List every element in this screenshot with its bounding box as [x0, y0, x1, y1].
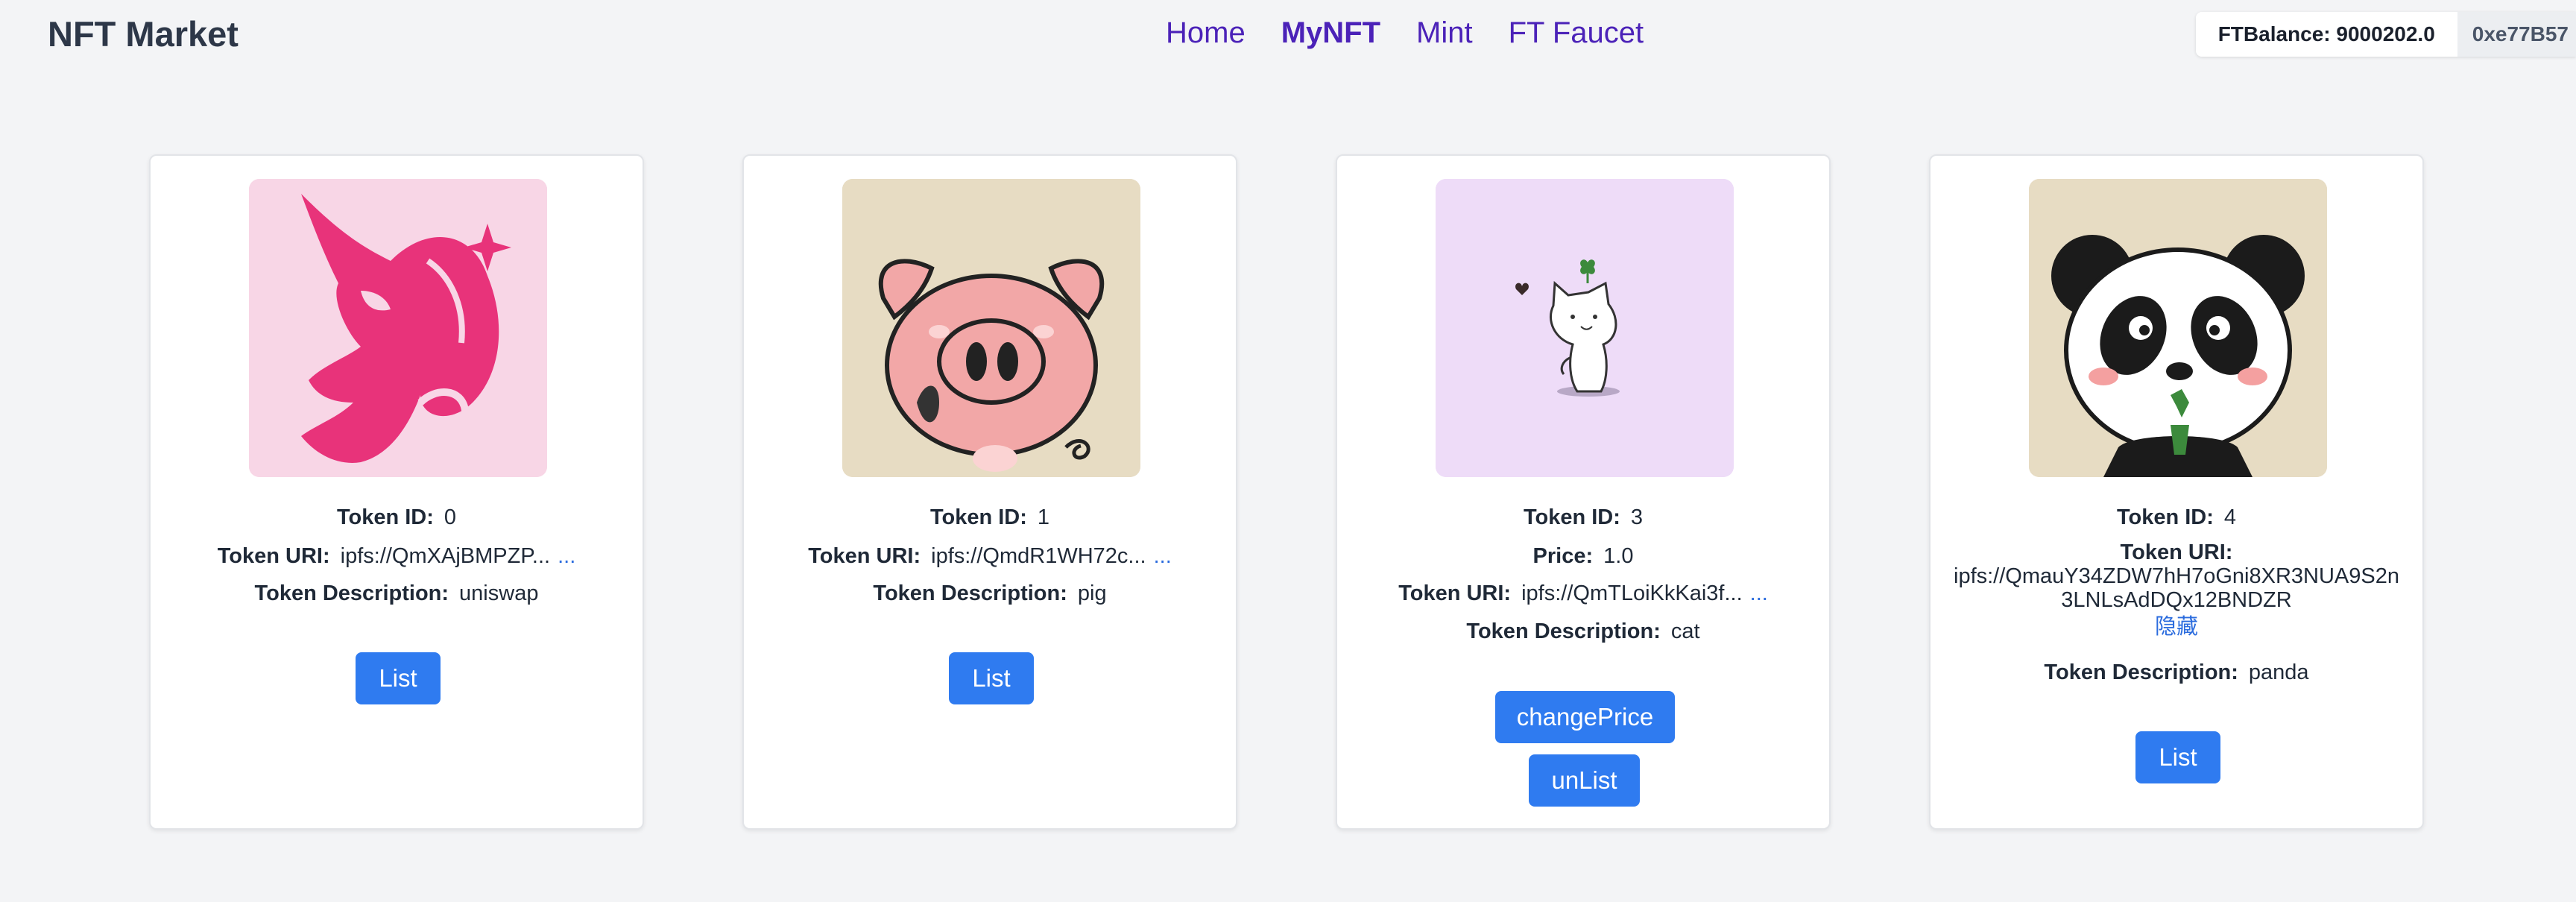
token-id-value: 1	[1037, 505, 1050, 529]
token-uri-row: Token URI: ipfs://QmXAjBMPZP......	[151, 542, 643, 570]
price-row: Price: 1.0	[1337, 542, 1829, 570]
cat-icon	[1436, 179, 1734, 477]
token-description-row: Token Description: cat	[1337, 617, 1829, 646]
nav-mynft[interactable]: MyNFT	[1281, 12, 1380, 54]
token-description-label: Token Description:	[1466, 619, 1661, 643]
token-uri-label: Token URI:	[808, 544, 921, 568]
unlist-button[interactable]: unList	[1529, 754, 1640, 807]
unicorn-icon	[249, 179, 547, 477]
token-id-label: Token ID:	[336, 505, 434, 529]
token-uri-row: Token URI: ipfs://QmTLoiKkKai3f......	[1337, 579, 1829, 608]
token-id-row: Token ID: 0	[151, 503, 643, 532]
token-id-row: Token ID: 1	[744, 503, 1236, 532]
unicorn-image	[249, 179, 547, 477]
token-description-value: panda	[2248, 660, 2309, 684]
nft-card: Token ID: 3 Price: 1.0 Token URI: ipfs://Qm…	[1336, 154, 1831, 830]
token-uri-label: Token URI:	[1398, 581, 1512, 605]
pig-image	[842, 179, 1140, 477]
token-id-value: 0	[443, 505, 457, 529]
token-description-value: pig	[1077, 581, 1107, 605]
token-id-value: 3	[1630, 505, 1644, 529]
token-uri-value: ipfs://QmTLoiKkKai3f...	[1521, 581, 1743, 605]
panda-icon	[2029, 179, 2327, 477]
token-id-label: Token ID:	[929, 505, 1027, 529]
wallet-widget[interactable]: FTBalance: 9000202.0 0xe77B57	[2195, 12, 2576, 57]
nft-card: Token ID: 1 Token URI: ipfs://QmdR1WH72c..…	[742, 154, 1237, 830]
main-nav: Home MyNFT Mint FT Faucet	[1166, 12, 1679, 54]
list-button[interactable]: List	[356, 652, 441, 704]
token-description-label: Token Description:	[873, 581, 1067, 605]
ft-balance: FTBalance: 9000202.0	[2195, 12, 2457, 57]
change-price-button[interactable]: changePrice	[1495, 691, 1675, 743]
token-description-row: Token Description: panda	[1931, 658, 2422, 687]
brand-title[interactable]: NFT Market	[48, 12, 239, 57]
token-uri-row: Token URI: ipfs://QmdR1WH72c......	[744, 542, 1236, 570]
price-value: 1.0	[1603, 544, 1634, 568]
token-description-value: uniswap	[459, 581, 539, 605]
uri-expand-link[interactable]: ...	[1154, 544, 1172, 568]
nav-ft-faucet[interactable]: FT Faucet	[1509, 12, 1644, 54]
token-uri-line1: ipfs://QmauY34ZDW7hH7oGni8XR3NUA9S2n	[1954, 564, 2399, 588]
token-uri-expanded: Token URI: ipfs://QmauY34ZDW7hH7oGni8XR3…	[1931, 540, 2422, 639]
token-description-label: Token Description:	[2044, 660, 2238, 684]
list-button[interactable]: List	[2135, 731, 2220, 783]
token-id-row: Token ID: 4	[1931, 503, 2422, 532]
nft-card: Token ID: 4 Token URI: ipfs://QmauY34ZDW7…	[1929, 154, 2424, 830]
nft-card: Token ID: 0 Token URI: ipfs://QmXAjBMPZP..…	[149, 154, 644, 830]
price-label: Price:	[1532, 544, 1594, 568]
list-button[interactable]: List	[949, 652, 1034, 704]
uri-expand-link[interactable]: ...	[1750, 581, 1768, 605]
token-description-row: Token Description: pig	[744, 579, 1236, 608]
token-id-label: Token ID:	[2116, 505, 2214, 529]
nav-home[interactable]: Home	[1166, 12, 1246, 54]
panda-image	[2029, 179, 2327, 477]
token-uri-label: Token URI:	[217, 544, 330, 568]
token-uri-value: ipfs://QmdR1WH72c...	[931, 544, 1146, 568]
uri-expand-link[interactable]: ...	[558, 544, 575, 568]
cat-image	[1436, 179, 1734, 477]
token-description-value: cat	[1670, 619, 1700, 643]
token-id-value: 4	[2223, 505, 2237, 529]
token-description-label: Token Description:	[254, 581, 449, 605]
nav-mint[interactable]: Mint	[1416, 12, 1473, 54]
token-uri-label: Token URI:	[2120, 540, 2233, 564]
token-description-row: Token Description: uniswap	[151, 579, 643, 608]
token-uri-line2: 3LNLsAdDQx12BNDZR	[2061, 588, 2292, 612]
pig-icon	[842, 179, 1140, 477]
token-id-row: Token ID: 3	[1337, 503, 1829, 532]
header: NFT Market Home MyNFT Mint FT Faucet FTB…	[0, 0, 2576, 69]
wallet-address[interactable]: 0xe77B57	[2457, 12, 2576, 57]
hide-uri-link[interactable]: 隐藏	[1931, 615, 2422, 639]
token-uri-value: ipfs://QmXAjBMPZP...	[340, 544, 551, 568]
token-id-label: Token ID:	[1523, 505, 1620, 529]
